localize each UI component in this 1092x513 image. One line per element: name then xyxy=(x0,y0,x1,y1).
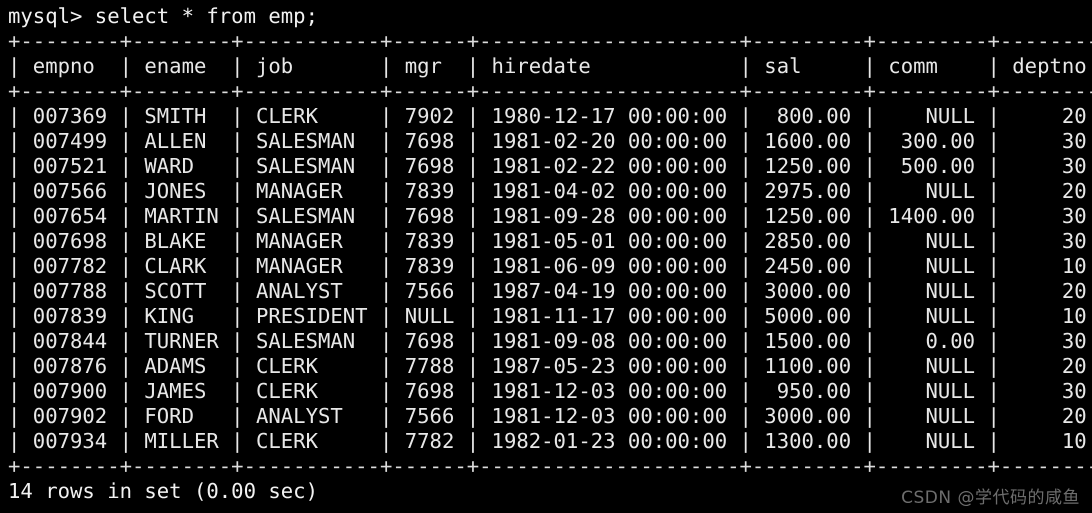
table-row: | 007788 | SCOTT | ANALYST | 7566 | 1987… xyxy=(8,279,1092,303)
table-top-border: +--------+--------+-----------+------+--… xyxy=(8,29,1092,53)
terminal-window[interactable]: mysql> select * from emp; +--------+----… xyxy=(0,0,1092,513)
table-header-row: | empno | ename | job | mgr | hiredate |… xyxy=(8,54,1092,78)
table-bottom-border: +--------+--------+-----------+------+--… xyxy=(8,454,1092,478)
table-row: | 007844 | TURNER | SALESMAN | 7698 | 19… xyxy=(8,329,1092,353)
table-row: | 007876 | ADAMS | CLERK | 7788 | 1987-0… xyxy=(8,354,1092,378)
table-row: | 007902 | FORD | ANALYST | 7566 | 1981-… xyxy=(8,404,1092,428)
table-header-separator: +--------+--------+-----------+------+--… xyxy=(8,79,1092,103)
table-row: | 007654 | MARTIN | SALESMAN | 7698 | 19… xyxy=(8,204,1092,228)
table-row: | 007521 | WARD | SALESMAN | 7698 | 1981… xyxy=(8,154,1092,178)
table-row: | 007698 | BLAKE | MANAGER | 7839 | 1981… xyxy=(8,229,1092,253)
table-row: | 007566 | JONES | MANAGER | 7839 | 1981… xyxy=(8,179,1092,203)
mysql-prompt-line: mysql> select * from emp; xyxy=(8,4,318,28)
table-body: | 007369 | SMITH | CLERK | 7902 | 1980-1… xyxy=(8,104,1092,454)
csdn-watermark: CSDN @学代码的咸鱼 xyxy=(901,488,1080,508)
table-row: | 007369 | SMITH | CLERK | 7902 | 1980-1… xyxy=(8,104,1092,128)
table-row: | 007900 | JAMES | CLERK | 7698 | 1981-1… xyxy=(8,379,1092,403)
table-row: | 007782 | CLARK | MANAGER | 7839 | 1981… xyxy=(8,254,1092,278)
table-row: | 007839 | KING | PRESIDENT | NULL | 198… xyxy=(8,304,1092,328)
table-row: | 007934 | MILLER | CLERK | 7782 | 1982-… xyxy=(8,429,1092,453)
table-row: | 007499 | ALLEN | SALESMAN | 7698 | 198… xyxy=(8,129,1092,153)
